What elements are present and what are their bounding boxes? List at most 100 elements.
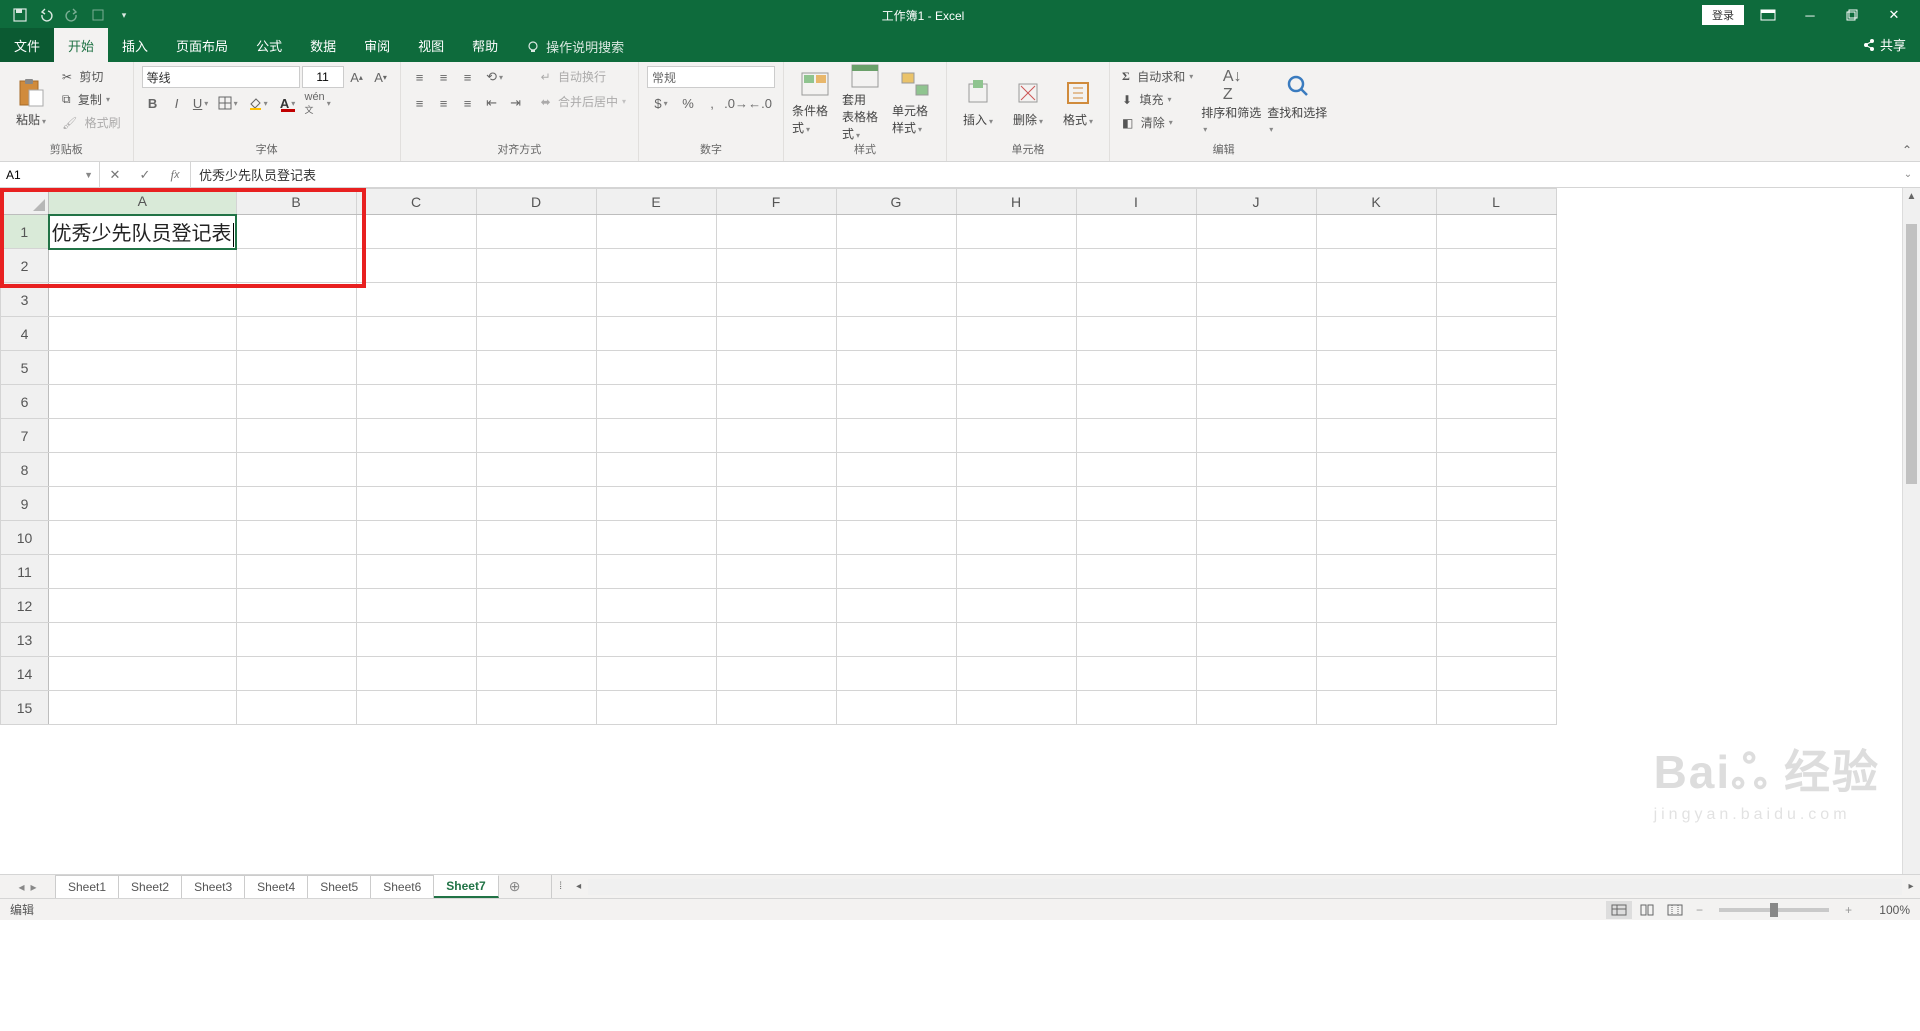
tabs-nav[interactable]: ◂▸: [0, 875, 56, 898]
tab-data[interactable]: 数据: [296, 28, 350, 62]
sheet-tab-Sheet5[interactable]: Sheet5: [308, 875, 371, 898]
fill-color-button[interactable]: [244, 92, 272, 114]
row-header-12[interactable]: 12: [1, 589, 49, 623]
cell[interactable]: [1076, 589, 1196, 623]
cell[interactable]: [836, 317, 956, 351]
zoom-level[interactable]: 100%: [1860, 903, 1910, 917]
chevron-down-icon[interactable]: ▼: [84, 170, 93, 180]
cell[interactable]: [236, 453, 356, 487]
cell[interactable]: [476, 317, 596, 351]
share-button[interactable]: 共享: [1848, 27, 1920, 62]
font-size-input[interactable]: [302, 66, 344, 88]
cell[interactable]: [716, 555, 836, 589]
indent-inc-icon[interactable]: ⇥: [505, 92, 527, 114]
cell[interactable]: [1316, 351, 1436, 385]
cell[interactable]: [1196, 419, 1316, 453]
cell[interactable]: [1196, 589, 1316, 623]
cell[interactable]: [356, 589, 476, 623]
sheet-tab-Sheet7[interactable]: Sheet7: [434, 875, 498, 898]
cell[interactable]: [956, 283, 1076, 317]
cell[interactable]: [716, 657, 836, 691]
collapse-ribbon-icon[interactable]: ⌃: [1902, 143, 1912, 157]
cells-table[interactable]: A B C D E F G H I J K L 1 优秀少先队员登记表 2 3 …: [0, 188, 1557, 725]
col-header-I[interactable]: I: [1076, 189, 1196, 215]
page-break-icon[interactable]: [1662, 901, 1688, 919]
cell[interactable]: [476, 691, 596, 725]
cell[interactable]: [49, 453, 237, 487]
cell[interactable]: [836, 385, 956, 419]
cell[interactable]: [1316, 283, 1436, 317]
select-all-corner[interactable]: [1, 189, 49, 215]
cell[interactable]: [956, 657, 1076, 691]
paste-button[interactable]: 粘贴: [8, 66, 54, 138]
cell[interactable]: [49, 657, 237, 691]
insert-cells-button[interactable]: 插入: [955, 66, 1001, 138]
cell[interactable]: [716, 487, 836, 521]
cell[interactable]: [836, 283, 956, 317]
sheet-tab-Sheet4[interactable]: Sheet4: [245, 875, 308, 898]
cell[interactable]: [596, 283, 716, 317]
underline-button[interactable]: U: [190, 92, 212, 114]
cell[interactable]: [1076, 453, 1196, 487]
cell[interactable]: [236, 691, 356, 725]
cell[interactable]: [476, 215, 596, 249]
hscroll-left-icon[interactable]: ◂: [570, 881, 588, 892]
cell[interactable]: [716, 351, 836, 385]
cell[interactable]: [1196, 351, 1316, 385]
cell[interactable]: [1316, 249, 1436, 283]
cell[interactable]: [956, 487, 1076, 521]
cell[interactable]: [836, 249, 956, 283]
cell[interactable]: [49, 249, 237, 283]
cell[interactable]: [956, 589, 1076, 623]
cell[interactable]: [1196, 487, 1316, 521]
clear-button[interactable]: ◧ 清除: [1118, 112, 1197, 133]
cell[interactable]: [596, 487, 716, 521]
percent-icon[interactable]: %: [677, 92, 699, 114]
delete-cells-button[interactable]: 删除: [1005, 66, 1051, 138]
cell[interactable]: [836, 555, 956, 589]
cell[interactable]: [956, 317, 1076, 351]
cell[interactable]: [1436, 351, 1556, 385]
cell[interactable]: [1436, 657, 1556, 691]
find-select-button[interactable]: 查找和选择: [1267, 66, 1329, 138]
row-header-2[interactable]: 2: [1, 249, 49, 283]
cell[interactable]: [956, 419, 1076, 453]
row-header-8[interactable]: 8: [1, 453, 49, 487]
cell[interactable]: [476, 657, 596, 691]
redo-icon[interactable]: [60, 3, 84, 27]
tab-review[interactable]: 审阅: [350, 28, 404, 62]
tab-help[interactable]: 帮助: [458, 28, 512, 62]
zoom-slider[interactable]: [1719, 908, 1829, 912]
cell[interactable]: [596, 657, 716, 691]
cell[interactable]: [1436, 317, 1556, 351]
cell[interactable]: [836, 657, 956, 691]
col-header-B[interactable]: B: [236, 189, 356, 215]
cell[interactable]: [236, 385, 356, 419]
normal-view-icon[interactable]: [1606, 901, 1632, 919]
col-header-A[interactable]: A: [49, 189, 237, 215]
cell[interactable]: [596, 419, 716, 453]
cell[interactable]: [1076, 691, 1196, 725]
cell[interactable]: [236, 351, 356, 385]
orientation-icon[interactable]: ⟲: [481, 66, 509, 88]
font-name-input[interactable]: [142, 66, 300, 88]
cell[interactable]: [1076, 283, 1196, 317]
tab-next-icon[interactable]: ▸: [31, 880, 37, 894]
row-header-13[interactable]: 13: [1, 623, 49, 657]
cell[interactable]: [236, 623, 356, 657]
cell[interactable]: [49, 317, 237, 351]
cell[interactable]: [476, 453, 596, 487]
cell[interactable]: [356, 623, 476, 657]
cell[interactable]: [1316, 419, 1436, 453]
cell[interactable]: [1196, 385, 1316, 419]
inc-decimal-icon[interactable]: .0→: [725, 92, 747, 114]
cell[interactable]: [1076, 419, 1196, 453]
cell[interactable]: [836, 351, 956, 385]
cell[interactable]: [1316, 657, 1436, 691]
tab-home[interactable]: 开始: [54, 28, 108, 62]
align-center-icon[interactable]: ≡: [433, 92, 455, 114]
cell[interactable]: [356, 521, 476, 555]
format-cells-button[interactable]: 格式: [1055, 66, 1101, 138]
cell[interactable]: [356, 453, 476, 487]
cell[interactable]: [1316, 555, 1436, 589]
